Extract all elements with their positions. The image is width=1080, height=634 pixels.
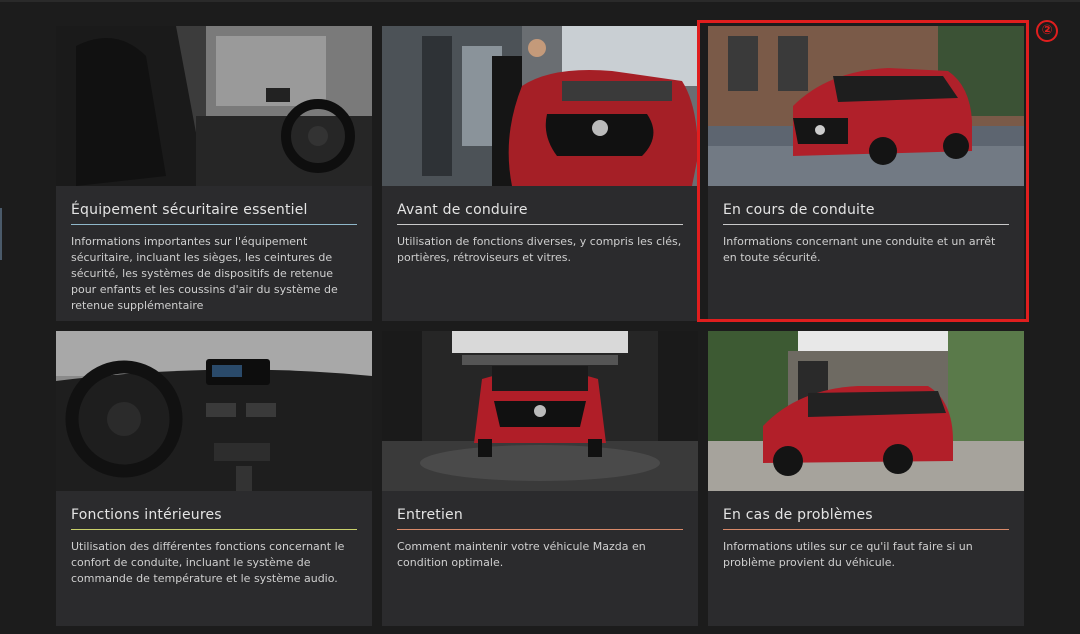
dashboard-steering-wheel-image (56, 331, 372, 491)
card-title: En cas de problèmes (723, 507, 1009, 530)
car-interior-seats-image (56, 26, 372, 186)
card-description: Comment maintenir votre véhicule Mazda e… (397, 540, 646, 569)
card-title: Équipement sécuritaire essentiel (71, 202, 357, 225)
red-suv-garage-front-image (382, 331, 698, 491)
card-title: Entretien (397, 507, 683, 530)
card-description: Utilisation des différentes fonctions co… (71, 540, 345, 585)
card-description: Informations importantes sur l'équipemen… (71, 235, 338, 312)
left-edge-tab[interactable] (0, 208, 2, 260)
card-maintenance[interactable]: Entretien Comment maintenir votre véhicu… (382, 331, 698, 626)
card-description: Informations concernant une conduite et … (723, 235, 996, 264)
card-troubleshooting[interactable]: En cas de problèmes Informations utiles … (708, 331, 1024, 626)
red-suv-driving-street-image (708, 26, 1024, 186)
card-description: Utilisation de fonctions diverses, y com… (397, 235, 682, 264)
card-title: En cours de conduite (723, 202, 1009, 225)
card-title: Fonctions intérieures (71, 507, 357, 530)
card-interior-features[interactable]: Fonctions intérieures Utilisation des di… (56, 331, 372, 626)
red-suv-parked-image (708, 331, 1024, 491)
card-safety-equipment[interactable]: Équipement sécuritaire essentiel Informa… (56, 26, 372, 321)
card-while-driving[interactable]: En cours de conduite Informations concer… (708, 26, 1024, 321)
card-before-driving[interactable]: Avant de conduire Utilisation de fonctio… (382, 26, 698, 321)
category-grid: Équipement sécuritaire essentiel Informa… (56, 26, 1024, 626)
highlight-number-badge: ② (1036, 20, 1058, 42)
top-divider (0, 0, 1080, 2)
man-opening-red-suv-image (382, 26, 698, 186)
page: Équipement sécuritaire essentiel Informa… (0, 0, 1080, 634)
card-title: Avant de conduire (397, 202, 683, 225)
card-description: Informations utiles sur ce qu'il faut fa… (723, 540, 973, 569)
